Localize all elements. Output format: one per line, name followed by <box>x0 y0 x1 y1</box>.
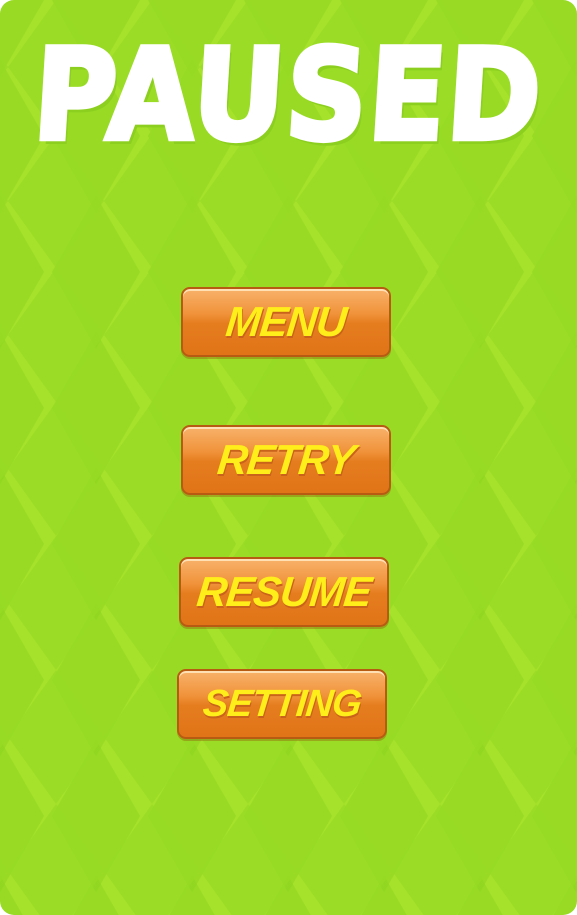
resume-button[interactable]: RESUME <box>179 557 389 627</box>
resume-button-label: RESUME <box>194 568 374 615</box>
setting-button[interactable]: SETTING <box>177 669 387 739</box>
menu-button[interactable]: MENU <box>181 287 391 357</box>
paused-title: PAUSED <box>27 21 550 172</box>
retry-button-label: RETRY <box>215 436 357 483</box>
menu-button-label: MENU <box>223 298 349 345</box>
setting-button-label: SETTING <box>201 682 364 725</box>
retry-button[interactable]: RETRY <box>181 425 391 495</box>
pause-screen: PAUSED MENU RETRY RESUME SETTING <box>0 0 577 915</box>
